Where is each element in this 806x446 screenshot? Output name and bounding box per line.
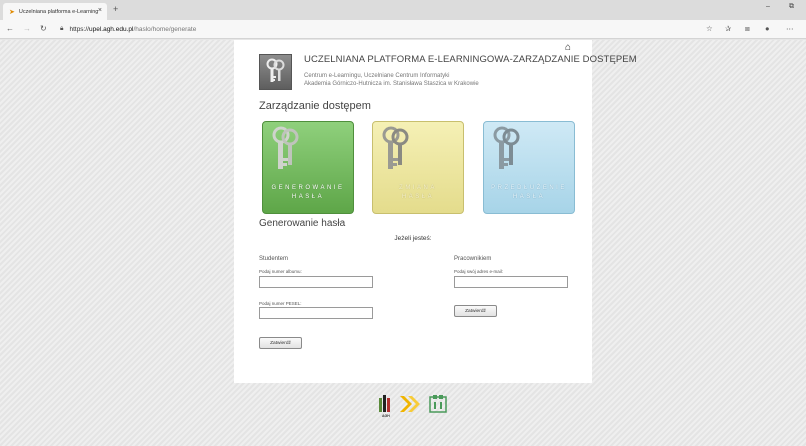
- address-bar: ← → ↻ 🔒︎ https:// upel.agh.edu.pl /haslo…: [0, 20, 806, 39]
- uci-logo-icon: [429, 395, 447, 413]
- card-label-line1: GENEROWANIE: [271, 185, 345, 191]
- new-tab-button[interactable]: +: [113, 4, 118, 14]
- keys-icon: [493, 126, 520, 169]
- tab-title: Uczelniana platforma e-Learning: [18, 8, 99, 15]
- agh-logo-label: AGH: [382, 414, 390, 418]
- site-favicon-icon: ➤: [9, 8, 15, 16]
- elearning-arrow-logo-icon: [400, 396, 420, 412]
- lock-icon: 🔒︎: [60, 25, 64, 32]
- restore-icon[interactable]: ⧉: [789, 3, 794, 11]
- keys-icon: [272, 126, 299, 169]
- keys-icon: [382, 126, 409, 169]
- main-panel: ⌂ UCZELNIANA PLATFORMA E-LEARNINGOWA-ZAR…: [234, 40, 637, 383]
- card-change-password[interactable]: ZMIANA HASŁA: [372, 121, 464, 214]
- album-number-input[interactable]: [259, 276, 373, 288]
- header-subtitle-1: Centrum e-Learningu, Uczelniane Centrum …: [304, 73, 450, 79]
- form-title: Generowanie hasła: [259, 218, 346, 229]
- home-icon[interactable]: ⌂: [565, 42, 571, 53]
- pesel-input[interactable]: [259, 307, 373, 319]
- page-title: UCZELNIANA PLATFORMA E-LEARNINGOWA-ZARZĄ…: [304, 54, 637, 65]
- tab-close-icon[interactable]: ×: [98, 7, 102, 14]
- card-label-line2: HASŁA: [401, 194, 435, 200]
- card-label-line2: HASŁA: [512, 194, 546, 200]
- platform-logo: [259, 54, 292, 90]
- section-title: Zarządzanie dostępem: [259, 100, 371, 112]
- card-label-line2: HASŁA: [291, 194, 325, 200]
- student-submit-button[interactable]: Zatwierdź: [259, 337, 302, 349]
- minimize-icon[interactable]: –: [766, 3, 770, 10]
- header-subtitle-2: Akademia Górniczo-Hutnicza im. Stanisław…: [304, 81, 479, 87]
- url-field[interactable]: 🔒︎ https:// upel.agh.edu.pl /haslo/home/…: [60, 22, 196, 36]
- pesel-label: Podaj numer PESEL:: [259, 301, 302, 306]
- forward-icon[interactable]: →: [23, 24, 31, 33]
- url-path: /haslo/home/generate: [133, 25, 197, 33]
- card-generate-password[interactable]: GENEROWANIE HASŁA: [262, 121, 354, 214]
- url-host: upel.agh.edu.pl: [88, 25, 134, 33]
- student-heading: Studentem: [259, 256, 289, 262]
- employee-submit-button[interactable]: Zatwierdź: [454, 305, 497, 317]
- collections-icon[interactable]: ⧈: [745, 24, 750, 34]
- profile-avatar-icon[interactable]: ●: [765, 24, 770, 33]
- favorite-star-icon[interactable]: ☆: [706, 24, 713, 33]
- favorites-list-icon[interactable]: ✰: [725, 24, 731, 33]
- browser-tab-bar: ➤ Uczelniana platforma e-Learning × + – …: [0, 0, 806, 20]
- employee-heading: Pracownikiem: [454, 256, 492, 262]
- email-input[interactable]: [454, 276, 568, 288]
- url-scheme: https://: [69, 25, 89, 33]
- email-label: Podaj swój adres e-mail:: [454, 269, 504, 274]
- browser-tab[interactable]: ➤ Uczelniana platforma e-Learning ×: [3, 3, 107, 20]
- keys-logo-icon: [266, 58, 284, 82]
- card-label-line1: PRZEDŁUŻENIE: [491, 185, 567, 191]
- card-label-line1: ZMIANA: [399, 185, 437, 191]
- agh-logo-icon: [379, 395, 390, 412]
- more-menu-icon[interactable]: ⋯: [786, 24, 794, 33]
- refresh-icon[interactable]: ↻: [40, 24, 47, 33]
- back-icon[interactable]: ←: [6, 24, 14, 33]
- album-label: Podaj numer albumu:: [259, 269, 302, 274]
- form-prompt: Jeżeli jesteś:: [394, 235, 432, 242]
- card-extend-password[interactable]: PRZEDŁUŻENIE HASŁA: [483, 121, 575, 214]
